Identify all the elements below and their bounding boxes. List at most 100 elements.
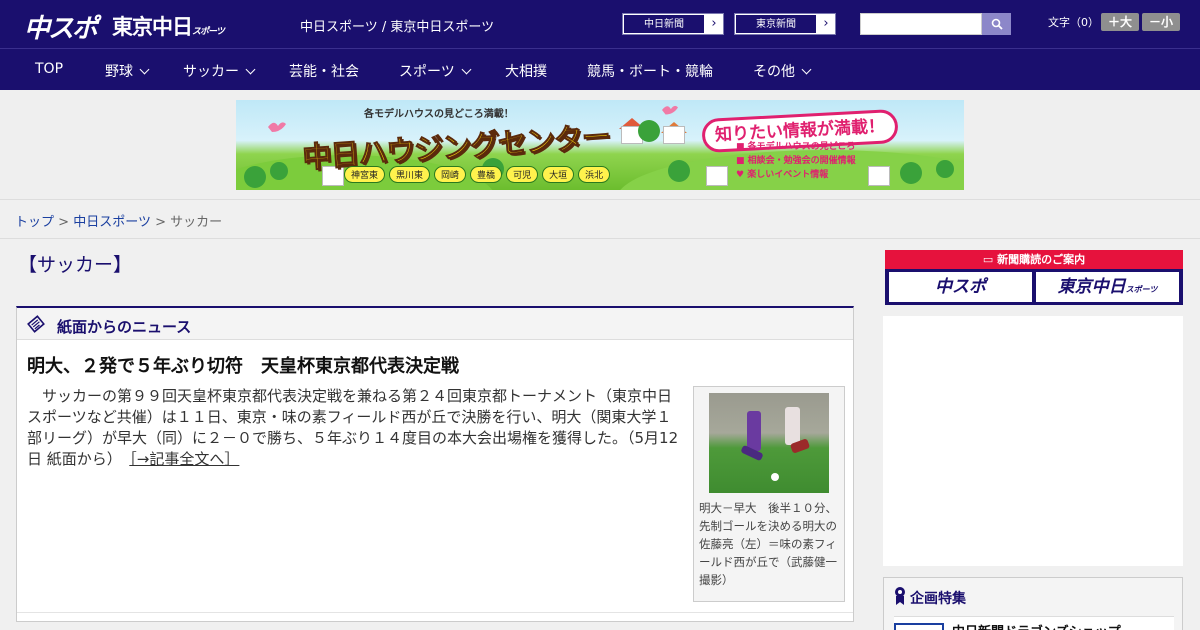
banner-tree bbox=[638, 120, 660, 142]
city-tag: 豊橋 bbox=[470, 166, 503, 183]
chuspo-logo[interactable]: 中スポ bbox=[24, 8, 98, 45]
nav-label: その他 bbox=[753, 64, 795, 80]
banner-tree bbox=[244, 166, 266, 188]
nav-sumo[interactable]: 大相撲 bbox=[505, 61, 547, 81]
breadcrumb-section[interactable]: 中日スポーツ bbox=[73, 215, 151, 230]
heart-icon: ♥ bbox=[736, 170, 745, 180]
article-photo[interactable] bbox=[709, 393, 829, 493]
breadcrumb-separator: > bbox=[58, 215, 70, 230]
banner-tree bbox=[668, 160, 690, 182]
chevron-down-icon bbox=[245, 64, 256, 75]
banner-area: 各モデルハウスの見どころ満載！ 中日ハウジングセンター 知りたい情報が満載！ 神… bbox=[0, 90, 1200, 200]
city-tag: 黒川東 bbox=[389, 166, 431, 183]
chunichi-shimbun-link[interactable]: 中日新聞 › bbox=[622, 13, 724, 35]
city-tag: 岡崎 bbox=[434, 166, 467, 183]
article-spacer bbox=[114, 450, 129, 468]
nav-baseball[interactable]: 野球 bbox=[105, 61, 150, 81]
feature-thumbnail bbox=[894, 623, 944, 630]
bird-icon bbox=[268, 122, 286, 132]
city-tag: 大垣 bbox=[542, 166, 575, 183]
subscribe-chuspo-button[interactable]: 中スポ bbox=[889, 272, 1032, 302]
read-more-link[interactable]: ［→記事全文へ］ bbox=[129, 450, 239, 468]
search-input[interactable] bbox=[860, 13, 982, 35]
banner-info-text: 各モデルハウスの見どころ bbox=[747, 142, 856, 152]
nav-label: 野球 bbox=[105, 64, 133, 80]
nav-racing[interactable]: 競馬・ボート・競輪 bbox=[587, 61, 713, 81]
nav-entertainment[interactable]: 芸能・社会 bbox=[289, 61, 359, 81]
article-photo-box: 明大－早大 後半１０分、先制ゴールを決める明大の佐藤亮（左）＝味の素フィールド西… bbox=[693, 386, 845, 602]
subscribe-tokyo-label: 東京中日 bbox=[1057, 277, 1126, 296]
city-tag: 可児 bbox=[506, 166, 539, 183]
banner-info-text: 楽しいイベント情報 bbox=[747, 170, 829, 180]
ribbon-icon bbox=[895, 587, 905, 605]
page-title: 【サッカー】 bbox=[18, 254, 133, 276]
ad-slot[interactable] bbox=[883, 316, 1183, 566]
search-icon bbox=[991, 18, 1003, 30]
chevron-right-icon: › bbox=[823, 16, 829, 31]
breadcrumb-separator: > bbox=[155, 215, 166, 230]
feature-item-label: 中日新聞ドラゴンズショップ bbox=[952, 621, 1121, 630]
banner-cities: 神宮東 黒川東 岡崎 豊橋 可児 大垣 浜北 bbox=[344, 166, 611, 183]
top-header: 中スポ 東京中日スポーツ 中日スポーツ / 東京中日スポーツ 中日新聞 › 東京… bbox=[0, 0, 1200, 48]
nav-others[interactable]: その他 bbox=[753, 61, 812, 81]
nav-label: スポーツ bbox=[399, 64, 455, 80]
chunichi-shimbun-label: 中日新聞 bbox=[623, 14, 705, 34]
tokyo-shimbun-label: 東京新聞 bbox=[735, 14, 817, 34]
tokyo-chunichi-logo-text: 東京中日 bbox=[112, 16, 193, 39]
banner-info-row: ♥ 楽しいイベント情報 bbox=[736, 168, 856, 182]
chevron-down-icon bbox=[139, 64, 150, 75]
chevron-down-icon bbox=[461, 64, 472, 75]
house-icon: ■ bbox=[736, 142, 745, 152]
subscribe-tokyo-button[interactable]: 東京中日スポーツ bbox=[1036, 272, 1179, 302]
divider bbox=[17, 612, 853, 613]
city-tag: 浜北 bbox=[578, 166, 611, 183]
news-panel-title: 紙面からのニュース bbox=[57, 318, 192, 336]
search-button[interactable] bbox=[982, 13, 1011, 35]
bird-icon bbox=[662, 105, 678, 115]
feature-title: 企画特集 bbox=[910, 591, 966, 607]
site-title[interactable]: 中日スポーツ / 東京中日スポーツ bbox=[300, 16, 494, 35]
nav-label: サッカー bbox=[183, 64, 239, 80]
banner-info: ■ 各モデルハウスの見どころ ■ 相談会・勉強会の開催情報 ♥ 楽しいイベント情… bbox=[736, 140, 856, 182]
tokyo-chunichi-logo[interactable]: 東京中日スポーツ bbox=[112, 11, 225, 41]
tokyo-shimbun-link[interactable]: 東京新聞 › bbox=[734, 13, 836, 35]
breadcrumb: トップ > 中日スポーツ > サッカー bbox=[15, 211, 222, 230]
nav-top[interactable]: TOP bbox=[35, 61, 63, 77]
subscription-header[interactable]: ▭ 新聞購読のご案内 bbox=[885, 250, 1183, 269]
nav-label: TOP bbox=[35, 61, 64, 77]
banner-tree bbox=[936, 160, 954, 178]
banner-info-row: ■ 各モデルハウスの見どころ bbox=[736, 140, 856, 154]
ticket-icon: ▭ bbox=[982, 253, 994, 266]
breadcrumb-top[interactable]: トップ bbox=[15, 215, 54, 230]
book-icon: ■ bbox=[736, 156, 745, 166]
photo-caption: 明大－早大 後半１０分、先制ゴールを決める明大の佐藤亮（左）＝味の素フィールド西… bbox=[699, 501, 837, 587]
nav-sports[interactable]: スポーツ bbox=[399, 61, 472, 81]
chevron-right-icon: › bbox=[711, 16, 717, 31]
feature-item[interactable]: 中日新聞ドラゴンズショップ bbox=[894, 616, 1174, 630]
newspaper-icon bbox=[27, 315, 45, 333]
banner-tree bbox=[900, 162, 922, 184]
font-size-label: 文字（0） bbox=[1048, 16, 1099, 29]
main-nav: TOP 野球 サッカー 芸能・社会 スポーツ 大相撲 競馬・ボート・競輪 その他 bbox=[0, 48, 1200, 90]
banner-house bbox=[868, 166, 890, 186]
player-figure bbox=[747, 411, 761, 451]
housing-center-banner[interactable]: 各モデルハウスの見どころ満載！ 中日ハウジングセンター 知りたい情報が満載！ 神… bbox=[236, 100, 964, 190]
news-panel-header: 紙面からのニュース bbox=[17, 308, 853, 340]
article-body: サッカーの第９９回天皇杯東京都代表決定戦を兼ねる第２４回東京都トーナメント（東京… bbox=[27, 386, 683, 470]
banner-info-text: 相談会・勉強会の開催情報 bbox=[747, 156, 856, 166]
ball bbox=[771, 473, 779, 481]
banner-tree bbox=[270, 162, 288, 180]
breadcrumb-current: サッカー bbox=[170, 215, 223, 230]
divider bbox=[0, 238, 1200, 239]
subscription-box: ▭ 新聞購読のご案内 中スポ 東京中日スポーツ bbox=[885, 250, 1183, 305]
player-figure bbox=[785, 407, 800, 445]
font-size-up-button[interactable]: ＋大 bbox=[1101, 13, 1139, 31]
subscribe-tokyo-sub: スポーツ bbox=[1125, 285, 1158, 294]
article-title[interactable]: 明大、２発で５年ぶり切符 天皇杯東京都代表決定戦 bbox=[27, 352, 459, 378]
nav-label: 競馬・ボート・競輪 bbox=[587, 64, 713, 80]
nav-soccer[interactable]: サッカー bbox=[183, 61, 256, 81]
nav-label: 芸能・社会 bbox=[289, 64, 359, 80]
font-size-down-button[interactable]: －小 bbox=[1142, 13, 1180, 31]
banner-house bbox=[706, 166, 728, 186]
tokyo-chunichi-logo-sub: スポーツ bbox=[192, 26, 225, 36]
